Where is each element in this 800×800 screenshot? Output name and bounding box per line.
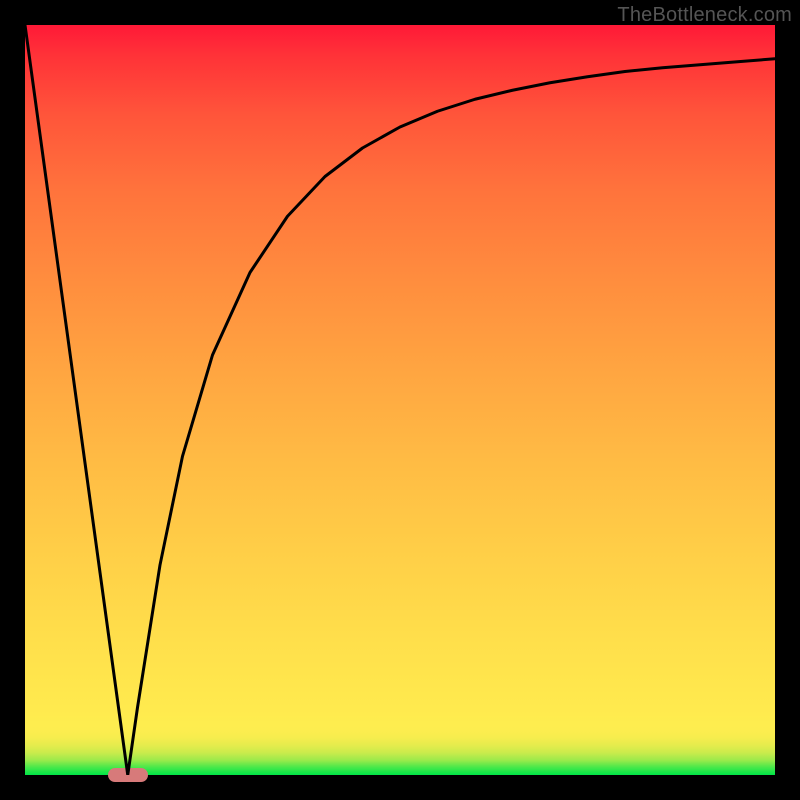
bottleneck-curve xyxy=(25,25,775,775)
chart-frame: TheBottleneck.com xyxy=(0,0,800,800)
valley-marker xyxy=(108,768,148,782)
attribution-label: TheBottleneck.com xyxy=(617,4,792,27)
plot-area xyxy=(25,25,775,775)
